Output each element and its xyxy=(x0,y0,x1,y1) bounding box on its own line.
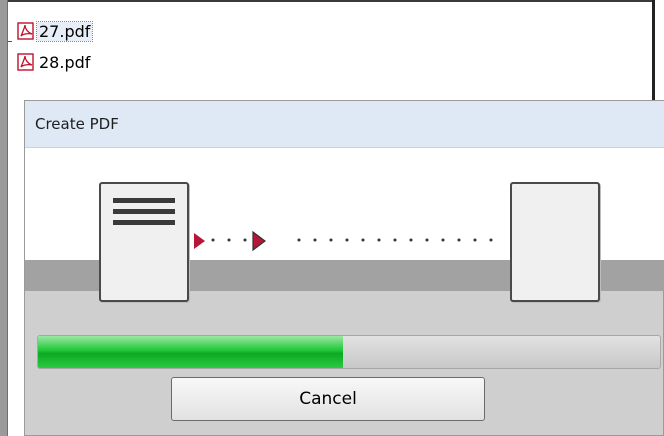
target-pdf-document-icon xyxy=(510,182,600,302)
pane-border xyxy=(0,0,664,2)
dialog-title: Create PDF xyxy=(35,115,119,133)
tree-connector xyxy=(8,41,12,42)
conversion-animation xyxy=(25,148,664,302)
file-item-27[interactable]: 27.pdf xyxy=(17,20,94,42)
pane-border xyxy=(652,0,664,100)
text-line xyxy=(113,198,175,203)
file-name: 27.pdf xyxy=(35,20,94,42)
progress-dots xyxy=(211,238,493,242)
file-item-28[interactable]: 28.pdf xyxy=(17,51,92,73)
file-name: 28.pdf xyxy=(39,52,91,72)
create-pdf-dialog: Create PDF Cancel xyxy=(24,100,664,436)
pdf-file-icon xyxy=(17,53,35,71)
text-line xyxy=(113,209,175,214)
progress-bar xyxy=(37,335,661,369)
pane-border xyxy=(0,0,8,436)
dialog-title-bar: Create PDF xyxy=(25,101,664,148)
text-line xyxy=(113,220,175,225)
arrow-right-icon xyxy=(252,230,266,252)
source-document-icon xyxy=(99,182,189,302)
pdf-file-icon xyxy=(17,22,35,40)
arrow-right-icon xyxy=(194,233,205,249)
progress-fill xyxy=(38,336,343,368)
cancel-button[interactable]: Cancel xyxy=(171,377,485,421)
